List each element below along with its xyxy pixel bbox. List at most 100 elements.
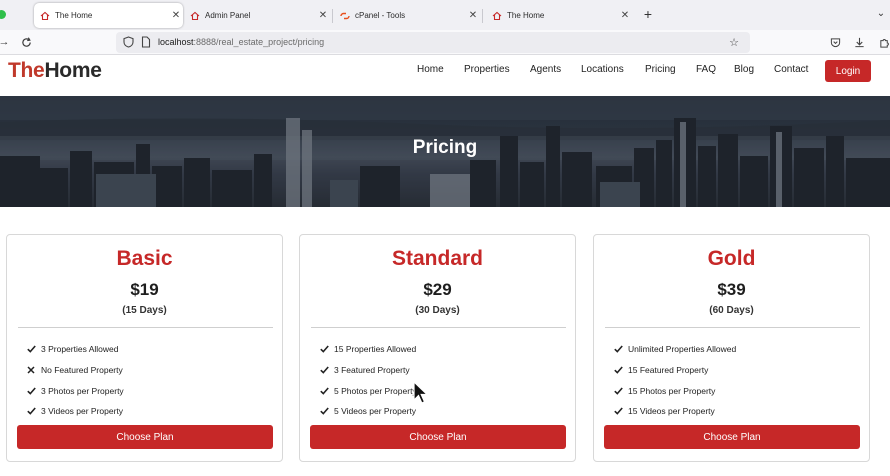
feature-text: 3 Properties Allowed	[41, 344, 119, 355]
chevron-down-icon[interactable]: ⌄	[873, 6, 889, 22]
logo-part-the: The	[8, 59, 45, 82]
close-icon[interactable]: ✕	[618, 10, 632, 21]
site-logo[interactable]: TheHome	[8, 59, 102, 83]
bookmark-star-icon[interactable]: ☆	[726, 34, 742, 50]
check-icon	[27, 407, 41, 416]
nav-link-pricing[interactable]: Pricing	[645, 64, 676, 75]
nav-link-blog[interactable]: Blog	[734, 64, 754, 75]
browser-tab-bar: The Home ✕ Admin Panel ✕ cPanel - Tools …	[0, 0, 890, 30]
url-host: localhost	[158, 37, 194, 47]
tab-title: The Home	[507, 11, 545, 20]
plan-divider	[18, 327, 273, 328]
choose-plan-button[interactable]: Choose Plan	[604, 425, 860, 449]
extensions-icon[interactable]	[876, 34, 890, 50]
new-tab-icon[interactable]: +	[640, 6, 656, 22]
feature-item: No Featured Property	[27, 360, 124, 381]
mouse-cursor-icon	[413, 381, 429, 404]
pocket-icon[interactable]	[827, 34, 843, 50]
choose-plan-button[interactable]: Choose Plan	[310, 425, 566, 449]
plan-duration: (60 Days)	[709, 305, 754, 316]
page-icon	[138, 34, 154, 50]
tab-title: The Home	[55, 11, 93, 20]
plan-name: Standard	[391, 247, 483, 270]
pricing-card-gold: Gold $39 (60 Days) Unlimited Properties All…	[593, 234, 870, 462]
plan-divider	[605, 327, 860, 328]
feature-text: 15 Photos per Property	[628, 385, 716, 396]
plan-duration: (15 Days)	[122, 305, 167, 316]
plan-name: Gold	[707, 247, 756, 270]
feature-list: 3 Properties Allowed No Featured Property…	[27, 339, 124, 422]
feature-text: 3 Featured Property	[334, 365, 410, 376]
close-icon[interactable]: ✕	[316, 10, 330, 21]
feature-text: 15 Properties Allowed	[334, 344, 417, 355]
tab-title: cPanel - Tools	[355, 11, 406, 20]
forward-icon[interactable]: →	[0, 34, 12, 50]
url-path: :8888/real_estate_project/pricing	[193, 37, 325, 47]
plan-name: Basic	[116, 247, 173, 270]
browser-nav-bar: → localhost:8888/real_estate_project/pri…	[0, 30, 890, 55]
feature-item: 15 Featured Property	[614, 360, 736, 381]
feature-item: 3 Photos per Property	[27, 380, 124, 401]
plan-duration: (30 Days)	[415, 305, 460, 316]
tab-admin-panel[interactable]: Admin Panel ✕	[184, 3, 330, 28]
cpanel-icon	[340, 11, 350, 21]
nav-link-agents[interactable]: Agents	[530, 64, 561, 75]
page-title: Pricing	[412, 137, 478, 158]
check-icon	[27, 387, 41, 395]
cross-icon	[27, 366, 41, 374]
check-icon	[320, 407, 334, 416]
feature-text: No Featured Property	[41, 365, 123, 376]
reload-icon[interactable]	[18, 34, 34, 50]
feature-item: Unlimited Properties Allowed	[614, 339, 736, 360]
feature-text: 5 Photos per Property	[334, 385, 417, 396]
close-icon[interactable]: ✕	[169, 10, 183, 21]
check-icon	[614, 345, 628, 354]
close-icon[interactable]: ✕	[466, 10, 480, 21]
check-icon	[27, 345, 41, 354]
check-icon	[614, 387, 628, 395]
nav-link-contact[interactable]: Contact	[774, 64, 808, 75]
tab-separator	[482, 9, 483, 23]
plan-divider	[311, 327, 566, 328]
nav-link-home[interactable]: Home	[417, 64, 444, 75]
pricing-card-basic: Basic $19 (15 Days) 3 Properties Allowed No …	[6, 234, 283, 462]
feature-item: 3 Featured Property	[320, 360, 417, 381]
feature-text: Unlimited Properties Allowed	[628, 344, 737, 355]
feature-item: 5 Photos per Property	[320, 380, 417, 401]
url-text[interactable]: localhost:8888/real_estate_project/prici…	[158, 37, 324, 47]
download-icon[interactable]	[851, 34, 867, 50]
check-icon	[614, 407, 628, 416]
nav-link-faq[interactable]: FAQ	[696, 64, 716, 75]
house-icon	[492, 11, 502, 21]
check-icon	[320, 387, 334, 395]
plan-price: $19	[130, 280, 159, 299]
feature-text: 3 Videos per Property	[41, 406, 124, 417]
check-icon	[320, 366, 334, 374]
tab-the-home[interactable]: The Home ✕	[486, 3, 632, 28]
feature-item: 15 Properties Allowed	[320, 339, 417, 360]
check-icon	[614, 366, 628, 374]
login-button[interactable]: Login	[825, 60, 871, 82]
plan-price: $39	[717, 280, 746, 299]
address-bar[interactable]: localhost:8888/real_estate_project/prici…	[116, 32, 750, 53]
pricing-card-standard: Standard $29 (30 Days) 15 Properties Allowe…	[299, 234, 576, 462]
logo-part-home: Home	[44, 59, 102, 82]
house-icon	[40, 11, 50, 21]
tab-separator	[332, 9, 333, 23]
check-icon	[320, 345, 334, 354]
site-header: TheHome Home Properties Agents Locations…	[0, 56, 890, 96]
tab-the-home-active[interactable]: The Home ✕	[34, 3, 183, 28]
tab-cpanel-tools[interactable]: cPanel - Tools ✕	[334, 3, 480, 28]
choose-plan-button[interactable]: Choose Plan	[17, 425, 273, 449]
feature-text: 15 Featured Property	[628, 365, 709, 376]
feature-text: 3 Photos per Property	[41, 385, 124, 396]
feature-text: 15 Videos per Property	[628, 406, 715, 417]
feature-item: 3 Properties Allowed	[27, 339, 124, 360]
feature-text: 5 Videos per Property	[334, 406, 417, 417]
nav-link-locations[interactable]: Locations	[581, 64, 624, 75]
nav-link-properties[interactable]: Properties	[464, 64, 510, 75]
window-control-dot[interactable]	[0, 10, 6, 19]
tab-title: Admin Panel	[205, 11, 251, 20]
shield-icon[interactable]	[120, 34, 136, 50]
hero-banner: Pricing	[0, 96, 890, 207]
